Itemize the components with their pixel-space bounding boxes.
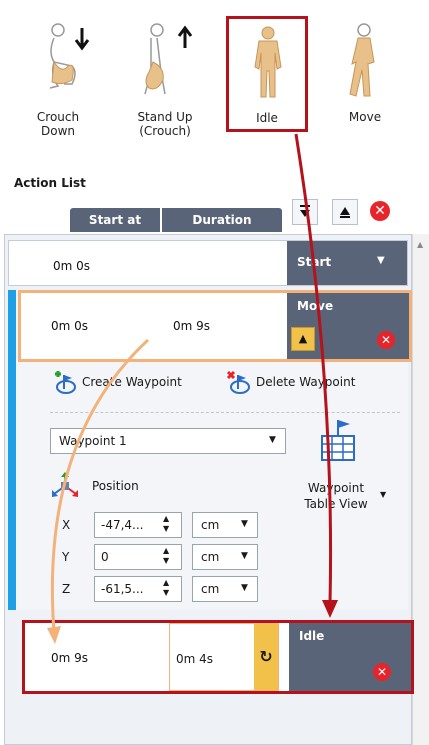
red-arrow [294,133,333,605]
red-arrowhead [322,600,338,618]
annotation-arrows [47,133,338,644]
orange-arrow [50,338,150,633]
orange-arrowhead [47,626,61,644]
